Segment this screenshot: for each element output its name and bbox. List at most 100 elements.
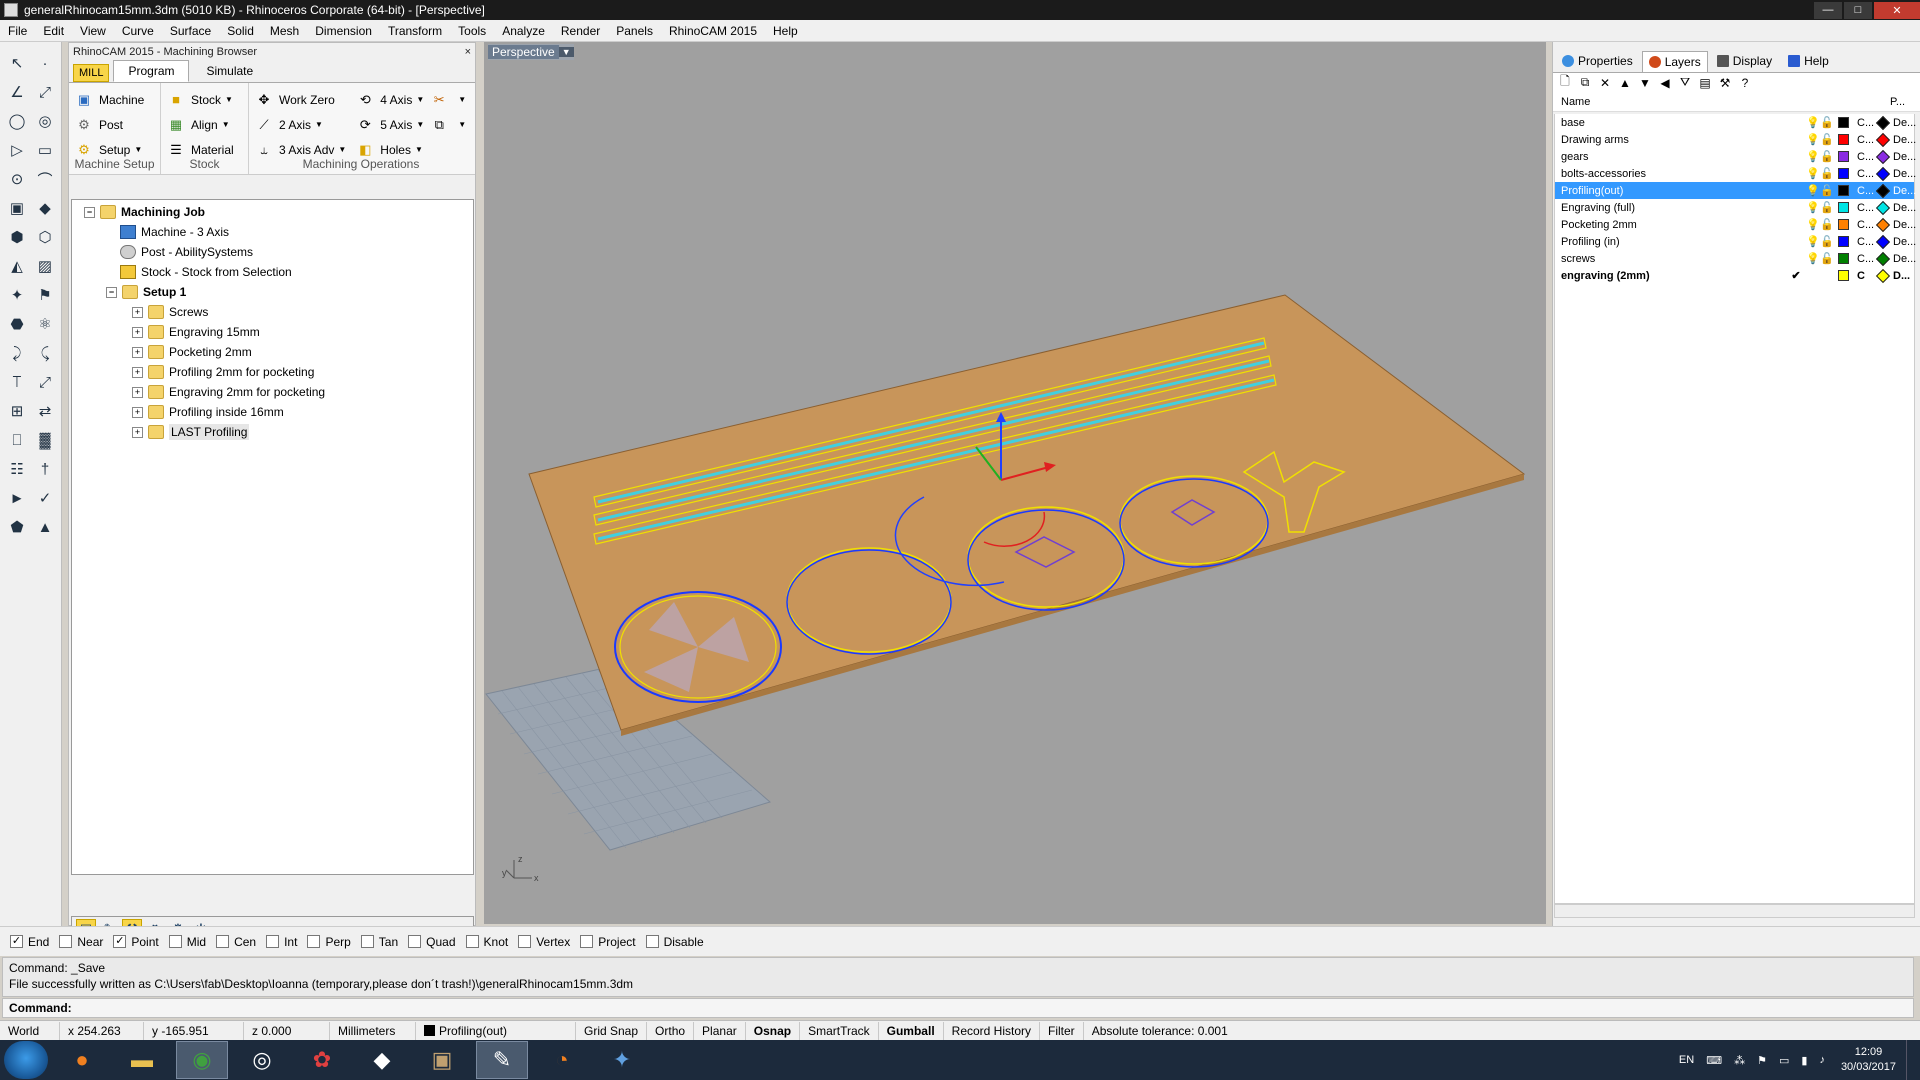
menu-dimension[interactable]: Dimension (307, 24, 380, 38)
lock-icon[interactable]: 🔓 (1820, 184, 1834, 197)
layer-name[interactable]: engraving (2mm) (1561, 270, 1786, 282)
checkbox[interactable] (645, 935, 659, 948)
layer-linetype[interactable]: De... (1893, 151, 1916, 163)
toolbar-tool-icon[interactable]: ◯ (4, 108, 30, 134)
toolbar-tool-icon[interactable]: ▭ (32, 137, 58, 163)
print-color-swatch[interactable] (1875, 234, 1891, 249)
layer-name[interactable]: Drawing arms (1561, 134, 1786, 146)
print-color-swatch[interactable] (1875, 132, 1891, 147)
toolbar-tool-icon[interactable]: ► (4, 485, 30, 511)
toolbar-tool-icon[interactable]: ∠ (4, 79, 30, 105)
toolbar-tool-icon[interactable]: ◆ (32, 195, 58, 221)
checkbox[interactable] (360, 935, 374, 948)
print-color-swatch[interactable] (1875, 268, 1891, 283)
layer-row[interactable]: engraving (2mm) ✔ C D... (1555, 267, 1914, 284)
layer-linetype[interactable]: De... (1893, 168, 1916, 180)
layer-color-swatch[interactable] (1838, 168, 1849, 179)
record-history-toggle[interactable]: Record History (944, 1021, 1041, 1040)
tab-properties[interactable]: Properties (1555, 50, 1640, 72)
checkbox[interactable]: ✓ (10, 935, 23, 948)
lock-icon[interactable]: 🔓 (1820, 218, 1834, 231)
layer-material[interactable]: C... (1857, 168, 1874, 180)
layer-name[interactable]: bolts-accessories (1561, 168, 1786, 180)
toolbar-tool-icon[interactable]: ▲ (32, 514, 58, 540)
layer-material[interactable]: C... (1857, 236, 1874, 248)
visibility-bulb-icon[interactable]: 💡 (1806, 116, 1820, 129)
archive-icon[interactable]: ▣ (416, 1041, 468, 1079)
layer-color-swatch[interactable] (1838, 151, 1849, 162)
tree-node-operation[interactable]: + Profiling 2mm for pocketing (72, 362, 473, 382)
paint-icon[interactable]: ✿ (296, 1041, 348, 1079)
toolbar-tool-icon[interactable]: ⬡ (32, 224, 58, 250)
visibility-bulb-icon[interactable]: 💡 (1806, 184, 1820, 197)
feeds-icon[interactable]: ⧉ (430, 116, 448, 134)
layer-material[interactable]: C... (1857, 117, 1874, 129)
language-indicator[interactable]: EN (1679, 1054, 1694, 1066)
tree-node-post[interactable]: Post - AbilitySystems (72, 242, 473, 262)
4-axis-button[interactable]: ⟲ 4 Axis ▼ ✂ ▼ (356, 87, 466, 112)
tree-node-operation[interactable]: + Engraving 15mm (72, 322, 473, 342)
toolbar-tool-icon[interactable]: ⬟ (4, 514, 30, 540)
lock-icon[interactable]: 🔓 (1820, 150, 1834, 163)
osnap-perp[interactable]: Perp (307, 935, 351, 949)
menu-edit[interactable]: Edit (35, 24, 72, 38)
print-color-swatch[interactable] (1875, 149, 1891, 164)
print-color-swatch[interactable] (1875, 183, 1891, 198)
toolbar-tool-icon[interactable]: ▷ (4, 137, 30, 163)
gumball-toggle[interactable]: Gumball (879, 1021, 944, 1040)
layer-states-icon[interactable]: ▤ (1697, 76, 1713, 90)
layer-name[interactable]: Engraving (full) (1561, 202, 1786, 214)
menu-curve[interactable]: Curve (114, 24, 162, 38)
monitor-icon[interactable]: ▭ (1779, 1054, 1789, 1067)
network-icon[interactable]: ▮ (1801, 1054, 1807, 1067)
tab-layers[interactable]: Layers (1641, 50, 1708, 72)
osnap-vertex[interactable]: Vertex (518, 935, 570, 949)
toolbar-tool-icon[interactable]: ⊙ (4, 166, 30, 192)
close-button[interactable]: ✕ (1874, 1, 1920, 19)
toolbar-tool-icon[interactable]: † (32, 456, 58, 482)
osnap-int[interactable]: Int (266, 935, 297, 949)
layer-color-swatch[interactable] (1838, 185, 1849, 196)
layer-linetype[interactable]: De... (1893, 117, 1916, 129)
layer-row[interactable]: Profiling(out) 💡 🔓 C... De... (1555, 182, 1916, 199)
toolbar-tool-icon[interactable]: ⤢ (32, 79, 58, 105)
layer-row[interactable]: Drawing arms 💡 🔓 C... De... (1555, 131, 1916, 148)
show-desktop-button[interactable] (1906, 1040, 1920, 1080)
osnap-toggle[interactable]: Osnap (746, 1021, 801, 1040)
paint-palette-icon[interactable]: ✦ (596, 1041, 648, 1079)
start-button[interactable] (4, 1041, 48, 1079)
layers-horizontal-scrollbar[interactable] (1554, 904, 1915, 918)
column-name[interactable]: Name (1561, 96, 1890, 108)
toolbar-tool-icon[interactable]: ⤹ (32, 340, 58, 366)
toolbar-tool-icon[interactable]: ⚑ (32, 282, 58, 308)
lock-icon[interactable]: 🔓 (1820, 252, 1834, 265)
layer-name[interactable]: gears (1561, 151, 1786, 163)
visibility-bulb-icon[interactable]: 💡 (1806, 235, 1820, 248)
osnap-point[interactable]: ✓ Point (113, 935, 159, 949)
checkbox[interactable] (307, 935, 321, 948)
menu-rhinocam[interactable]: RhinoCAM 2015 (661, 24, 765, 38)
checkbox[interactable] (408, 935, 422, 948)
inkscape-icon[interactable]: ◆ (356, 1041, 408, 1079)
checkbox[interactable] (216, 935, 230, 948)
viewport-scene[interactable]: z x y (484, 42, 1546, 924)
tree-node-setup[interactable]: − Setup 1 (72, 282, 473, 302)
new-sublayer-icon[interactable]: ⧉ (1577, 75, 1593, 90)
current-layer-indicator[interactable]: Profiling(out) (416, 1021, 576, 1040)
mill-module-button[interactable]: MILL (73, 64, 110, 82)
menu-render[interactable]: Render (553, 24, 608, 38)
toolbar-tool-icon[interactable]: ⌒ (32, 166, 58, 192)
chevron-down-icon[interactable]: ▼ (558, 47, 574, 57)
visibility-bulb-icon[interactable]: 💡 (1806, 167, 1820, 180)
align-button[interactable]: ▦ Align ▼ (167, 112, 242, 137)
tree-node-operation[interactable]: + Pocketing 2mm (72, 342, 473, 362)
chrome-icon[interactable]: ◉ (176, 1041, 228, 1079)
checkbox[interactable] (580, 935, 594, 948)
move-up-icon[interactable]: ▲ (1617, 76, 1633, 90)
app-tray-icon[interactable]: ⁂ (1734, 1054, 1745, 1067)
layer-name[interactable]: Profiling (in) (1561, 236, 1786, 248)
tab-simulate[interactable]: Simulate (191, 60, 268, 82)
layer-material[interactable]: C... (1857, 134, 1874, 146)
maximize-button[interactable]: □ (1844, 1, 1872, 19)
layer-linetype[interactable]: De... (1893, 134, 1916, 146)
